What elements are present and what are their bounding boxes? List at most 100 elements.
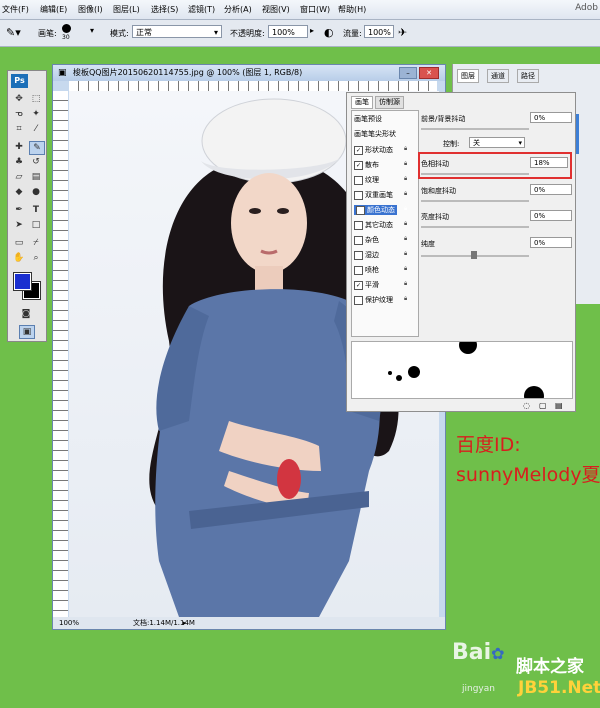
crop-tool-icon[interactable]: ⌗ [12,123,26,135]
lock-icon[interactable]: 🔒︎ [404,220,407,228]
brush-option-8[interactable]: 喷枪 🔒︎ [354,265,407,275]
history-brush-icon[interactable]: ↺ [29,156,43,168]
chevron-right-icon[interactable]: ▸ [310,26,314,35]
saturation-jitter-slider[interactable] [421,200,529,202]
lock-icon[interactable]: 🔒︎ [404,145,407,153]
checkbox[interactable] [354,175,363,185]
checkbox[interactable] [354,220,363,230]
lock-icon[interactable]: 🔒︎ [404,190,407,198]
document-title-bar[interactable]: ▣ 梭板QQ图片20150620114755.jpg @ 100% (图层 1,… [53,65,445,81]
screen-mode-icon[interactable]: ▣ [19,325,35,339]
lock-icon[interactable]: 🔒︎ [404,250,407,258]
minimize-button[interactable]: – [399,67,417,79]
brightness-jitter-input[interactable]: 0% [530,210,572,221]
brush-tool-icon[interactable]: ✎▾ [6,26,21,39]
airbrush-icon[interactable]: ✈ [398,26,407,39]
hue-jitter-input[interactable]: 18% [530,157,568,168]
lock-icon[interactable]: 🔒︎ [404,160,407,168]
shape-tool-icon[interactable]: □ [29,219,43,231]
tab-clone-source[interactable]: 仿制源 [375,96,404,109]
menu-filter[interactable]: 滤镜(T) [188,4,215,15]
hand-tool-icon[interactable]: ✋ [12,252,26,264]
flow-input[interactable]: 100% [364,25,394,38]
pressure-opacity-icon[interactable]: ◐ [324,26,334,39]
menu-window[interactable]: 窗口(W) [300,4,330,15]
gradient-tool-icon[interactable]: ▤ [29,171,43,183]
brightness-jitter-slider[interactable] [421,226,529,228]
blur-tool-icon[interactable]: ◆ [12,186,26,198]
brush-option-3[interactable]: 双重画笔 🔒︎ [354,190,407,200]
checkbox[interactable]: ✓ [354,145,363,155]
status-menu-arrow-icon[interactable]: ▸ [183,617,187,629]
checkbox[interactable] [354,295,363,305]
lasso-tool-icon[interactable]: ᓀ [12,108,26,120]
trash-icon[interactable]: ▤ [555,401,563,410]
control-select[interactable]: 关 ▾ [469,137,525,148]
fg-bg-jitter-slider[interactable] [421,128,529,130]
tab-brush[interactable]: 画笔 [351,96,373,109]
tab-layers[interactable]: 图层 [457,69,479,83]
fg-bg-jitter-input[interactable]: 0% [530,112,572,123]
tab-paths[interactable]: 路径 [517,69,539,83]
healing-tool-icon[interactable]: ✚ [12,141,26,153]
brush-presets-item[interactable]: 画笔预设 [354,114,382,124]
checkbox[interactable] [354,265,363,275]
brush-preview[interactable]: 30 [62,24,71,41]
brush-option-5[interactable]: 其它动态 🔒︎ [354,220,407,230]
saturation-jitter-input[interactable]: 0% [530,184,572,195]
brush-option-0[interactable]: ✓ 形状动态 🔒︎ [354,145,407,155]
lock-icon[interactable]: 🔒︎ [404,205,407,213]
brush-tool-active-icon[interactable]: ✎ [29,141,45,155]
eraser-tool-icon[interactable]: ▱ [12,171,26,183]
brush-option-2[interactable]: 纹理 🔒︎ [354,175,407,185]
brush-option-9[interactable]: ✓ 平滑 🔒︎ [354,280,407,290]
brush-option-10[interactable]: 保护纹理 🔒︎ [354,295,407,305]
mode-select[interactable]: 正常 ▾ [132,25,222,38]
close-button[interactable]: ✕ [419,67,439,79]
lock-icon[interactable]: 🔒︎ [404,235,407,243]
menu-select[interactable]: 选择(S) [151,4,178,15]
hue-jitter-slider[interactable] [421,173,529,175]
checkbox[interactable]: ✓ [354,280,363,290]
dodge-tool-icon[interactable]: ● [29,186,43,198]
opacity-input[interactable]: 100% [268,25,308,38]
brush-option-7[interactable]: 湿边 🔒︎ [354,250,407,260]
brush-option-1[interactable]: ✓ 散布 🔒︎ [354,160,407,170]
pen-tool-icon[interactable]: ✒ [12,204,26,216]
checkbox[interactable]: ✓ [356,205,365,215]
eyedropper-tool-icon[interactable]: ⁄ [29,123,43,135]
checkbox[interactable] [354,235,363,245]
brush-dropdown-icon[interactable]: ▾ [90,26,94,35]
menu-analysis[interactable]: 分析(A) [224,4,252,15]
checkbox[interactable]: ✓ [354,160,363,170]
brush-option-6[interactable]: 杂色 🔒︎ [354,235,407,245]
lock-icon[interactable]: 🔒︎ [404,175,407,183]
menu-layer[interactable]: 图层(L) [113,4,140,15]
path-select-icon[interactable]: ➤ [12,219,26,231]
lock-icon[interactable]: 🔒︎ [404,295,407,303]
type-tool-icon[interactable]: T [29,204,43,216]
brush-option-4[interactable]: ✓ 颜色动态 🔒︎ [354,205,407,215]
new-preset-icon[interactable]: ▢ [539,401,547,410]
menu-view[interactable]: 视图(V) [262,4,290,15]
magic-wand-icon[interactable]: ✦ [29,108,43,120]
quick-mask-icon[interactable]: ◙ [19,308,33,320]
lock-icon[interactable]: 🔒︎ [404,280,407,288]
eyedropper-icon[interactable]: ⌿ [29,237,43,249]
stamp-tool-icon[interactable]: ♣ [12,156,26,168]
menu-file[interactable]: 文件(F) [2,4,29,15]
tab-channels[interactable]: 通道 [487,69,509,83]
marquee-tool-icon[interactable]: ⬚ [29,93,43,105]
zoom-tool-icon[interactable]: ⌕ [29,252,43,264]
move-tool-icon[interactable]: ✥ [12,93,26,105]
menu-edit[interactable]: 编辑(E) [40,4,67,15]
menu-help[interactable]: 帮助(H) [338,4,366,15]
menu-image[interactable]: 图像(I) [78,4,103,15]
foreground-color-swatch[interactable] [13,272,32,291]
brush-tip-shape-item[interactable]: 画笔笔尖形状 [354,129,396,139]
notes-tool-icon[interactable]: ▭ [12,237,26,249]
checkbox[interactable] [354,250,363,260]
purity-slider-handle[interactable] [471,251,477,259]
zoom-level[interactable]: 100% [59,617,79,629]
purity-input[interactable]: 0% [530,237,572,248]
